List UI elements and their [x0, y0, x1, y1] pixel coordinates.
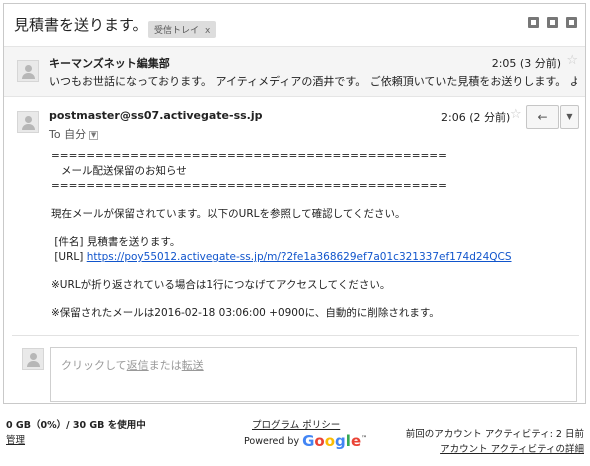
last-account-activity: 前回のアカウント アクティビティ: 2 日前: [405, 429, 584, 440]
inbox-label-chip[interactable]: 受信トレイ x: [148, 21, 217, 38]
collapsed-message[interactable]: キーマンズネット編集部 2:05 (3 分前) ☆ いつもお世話になっております…: [4, 46, 585, 97]
reply-prompt-middle: または: [148, 359, 182, 372]
reply-box[interactable]: クリックして返信または転送: [50, 347, 577, 402]
body-paragraph: ※URLが折り返されている場合は1行につなげてアクセスしてください。: [51, 279, 391, 291]
sender-avatar-icon: [17, 60, 39, 82]
remove-label-icon[interactable]: x: [205, 26, 210, 36]
separator-line: ========================================…: [51, 150, 447, 162]
thread-actions: [528, 17, 577, 28]
program-policy-link[interactable]: プログラム ポリシー: [252, 417, 340, 431]
subject-line: [件名] 見積書を送ります。: [51, 236, 181, 248]
powered-by-google: Powered by Google™: [244, 432, 368, 450]
url-label: [URL]: [51, 251, 87, 263]
divider: [12, 335, 579, 336]
reply-link[interactable]: 返信: [127, 359, 149, 372]
footer: 0 GB（0%）/ 30 GB を使用中 管理 プログラム ポリシー Power…: [0, 410, 590, 466]
star-icon[interactable]: ☆: [510, 107, 522, 122]
message-snippet: いつもお世話になっております。 アイティメディアの酒井です。 ご依頼頂いていた見…: [49, 75, 577, 88]
expand-all-icon[interactable]: [528, 17, 539, 28]
forward-link[interactable]: 転送: [182, 359, 204, 372]
details-dropdown-icon[interactable]: ▼: [89, 130, 99, 140]
storage-usage: 0 GB（0%）/ 30 GB を使用中: [6, 420, 146, 431]
inbox-label-text: 受信トレイ: [154, 26, 200, 36]
reply-prompt: クリックして: [61, 359, 127, 372]
gmail-thread-panel: 見積書を送ります。 受信トレイ x キーマンズネット編集部 2:05 (3 分前)…: [3, 3, 586, 404]
url-line: [URL] https://poy55012.activegate-ss.jp/…: [51, 250, 512, 265]
message-sender[interactable]: postmaster@ss07.activegate-ss.jp: [49, 109, 263, 122]
thread-subject: 見積書を送ります。: [14, 16, 148, 34]
more-actions-button[interactable]: ▼: [560, 105, 579, 129]
star-icon[interactable]: ☆: [566, 53, 578, 68]
message-body: ========================================…: [51, 149, 512, 321]
account-activity-details-link[interactable]: アカウント アクティビティの詳細: [440, 441, 584, 455]
reply-arrow-icon: ←: [537, 110, 548, 124]
recipient-text: To 自分: [49, 128, 87, 141]
recipient-line[interactable]: To 自分 ▼: [49, 126, 99, 142]
thread-header: 見積書を送ります。 受信トレイ x: [4, 4, 585, 46]
hold-url-link[interactable]: https://poy55012.activegate-ss.jp/m/?2fe…: [87, 251, 512, 263]
notice-heading: メール配送保留のお知らせ: [51, 165, 187, 177]
message-sender: キーマンズネット編集部: [49, 57, 170, 70]
chevron-down-icon: ▼: [566, 112, 573, 121]
reply-button[interactable]: ←: [526, 105, 559, 129]
print-icon[interactable]: [547, 17, 558, 28]
separator-line: ========================================…: [51, 180, 447, 192]
message-time: 2:06 (2 分前): [441, 111, 511, 124]
reply-area: クリックして返信または転送: [4, 342, 585, 402]
message-time: 2:05 (3 分前): [491, 57, 561, 70]
my-avatar-icon: [22, 348, 44, 370]
new-window-icon[interactable]: [566, 17, 577, 28]
sender-avatar-icon: [17, 111, 39, 133]
body-paragraph: ※保留されたメールは2016-02-18 03:06:00 +0900に、自動的…: [51, 307, 440, 319]
google-logo: Google: [302, 432, 362, 450]
body-paragraph: 現在メールが保留されています。以下のURLを参照して確認してください。: [51, 208, 406, 220]
expanded-message: postmaster@ss07.activegate-ss.jp To 自分 ▼ …: [4, 99, 585, 335]
manage-link[interactable]: 管理: [6, 432, 25, 446]
powered-by-text: Powered by: [244, 436, 300, 447]
